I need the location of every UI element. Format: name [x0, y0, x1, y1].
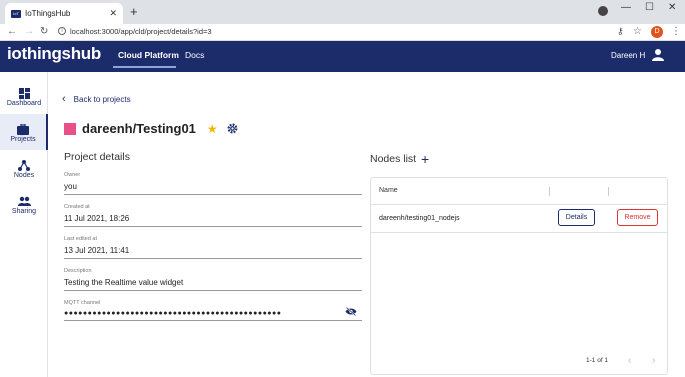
- app-header: iothingshub Cloud Platform Docs Dareen H: [0, 41, 685, 72]
- chevron-left-icon: ‹: [62, 93, 66, 105]
- project-color-swatch: [64, 122, 76, 135]
- favicon-icon: IoT: [11, 9, 21, 18]
- created-at-field: Created at 11 Jul 2021, 18:26: [64, 204, 362, 227]
- browser-tab-bar: IoT IoThingsHub ✕ + — ☐ ✕: [0, 0, 685, 24]
- sidebar-item-label: Dashboard: [6, 100, 42, 107]
- owner-field: Owner you: [64, 172, 362, 195]
- site-info-icon[interactable]: i: [58, 27, 66, 35]
- nodes-icon: [0, 158, 48, 172]
- people-icon: [0, 194, 48, 208]
- sidebar-item-label: Projects: [10, 136, 36, 143]
- field-label: MQTT channel: [64, 300, 101, 306]
- nav-active-indicator: [113, 66, 176, 68]
- prev-page-icon[interactable]: ‹: [628, 355, 631, 366]
- forward-arrow-icon[interactable]: →: [24, 26, 34, 37]
- add-node-button[interactable]: +: [421, 151, 429, 167]
- reload-icon[interactable]: ↻: [40, 26, 48, 37]
- sidebar-item-label: Nodes: [13, 172, 35, 179]
- back-arrow-icon[interactable]: ←: [7, 26, 17, 37]
- mqtt-channel-masked-value: ●●●●●●●●●●●●●●●●●●●●●●●●●●●●●●●●●●●●●●●●…: [64, 310, 282, 317]
- app-logo[interactable]: iothingshub: [7, 44, 101, 64]
- sidebar-item-label: Sharing: [11, 208, 37, 215]
- field-label: Last edited at: [64, 236, 98, 242]
- field-value: 11 Jul 2021, 18:26: [64, 214, 130, 223]
- field-label: Description: [64, 268, 92, 274]
- downloads-icon[interactable]: [598, 6, 608, 16]
- nodes-list-title: Nodes list: [370, 153, 417, 165]
- last-edited-field: Last edited at 13 Jul 2021, 11:41: [64, 236, 362, 259]
- briefcase-icon: [0, 122, 46, 136]
- description-field[interactable]: Description Testing the Realtime value w…: [64, 268, 362, 291]
- maximize-icon[interactable]: ☐: [645, 2, 654, 13]
- field-value: Testing the Realtime value widget: [64, 278, 184, 287]
- next-page-icon[interactable]: ›: [652, 355, 655, 366]
- project-title-row: dareenh/Testing01 ★: [64, 121, 238, 136]
- sidebar-item-sharing[interactable]: Sharing: [0, 186, 48, 222]
- user-icon[interactable]: [652, 48, 664, 62]
- nodes-table-header: Name: [371, 178, 667, 205]
- column-header-name[interactable]: Name: [379, 187, 398, 194]
- key-icon[interactable]: ⚷: [617, 26, 624, 37]
- remove-button[interactable]: Remove: [617, 209, 658, 226]
- column-separator: [549, 187, 550, 196]
- field-label: Owner: [64, 172, 81, 178]
- back-to-projects-link[interactable]: ‹ Back to projects: [62, 93, 131, 105]
- sidebar-item-nodes[interactable]: Nodes: [0, 150, 48, 186]
- close-window-icon[interactable]: ✕: [668, 2, 676, 13]
- field-value: 13 Jul 2021, 11:41: [64, 246, 130, 255]
- url-field[interactable]: localhost:3000/app/cld/project/details?i…: [70, 27, 212, 36]
- favorite-star-icon[interactable]: ★: [207, 122, 218, 136]
- sidebar-item-dashboard[interactable]: Dashboard: [0, 78, 48, 114]
- profile-avatar[interactable]: D: [651, 26, 663, 38]
- gear-icon[interactable]: [227, 123, 238, 134]
- field-label: Created at: [64, 204, 90, 210]
- back-label: Back to projects: [73, 94, 131, 104]
- address-bar: ← → ↻ i localhost:3000/app/cld/project/d…: [0, 24, 685, 41]
- project-details-title: Project details: [64, 151, 130, 163]
- nav-cloud-platform[interactable]: Cloud Platform: [118, 50, 179, 60]
- page-title: dareenh/Testing01: [82, 121, 196, 136]
- nodes-table: Name dareenh/testing01_nodejs Details Re…: [370, 177, 668, 375]
- menu-kebab-icon[interactable]: ⋮: [671, 26, 681, 37]
- bookmark-star-icon[interactable]: ☆: [633, 26, 642, 37]
- mqtt-channel-field[interactable]: MQTT channel ●●●●●●●●●●●●●●●●●●●●●●●●●●●…: [64, 300, 362, 321]
- browser-tab[interactable]: IoT IoThingsHub ✕: [5, 3, 123, 24]
- sidebar-item-projects[interactable]: Projects: [0, 114, 48, 150]
- table-row: dareenh/testing01_nodejs Details Remove: [371, 206, 667, 233]
- dashboard-icon: [0, 86, 48, 100]
- user-name[interactable]: Dareen H: [611, 51, 645, 60]
- tab-title: IoThingsHub: [25, 9, 71, 18]
- new-tab-icon[interactable]: +: [130, 4, 138, 19]
- sidebar: Dashboard Projects Nodes Sharing: [0, 72, 48, 377]
- tab-close-icon[interactable]: ✕: [109, 8, 117, 19]
- nav-docs[interactable]: Docs: [185, 50, 204, 60]
- pagination-range: 1-1 of 1: [586, 357, 609, 364]
- node-name: dareenh/testing01_nodejs: [379, 215, 460, 222]
- details-button[interactable]: Details: [558, 209, 595, 226]
- minimize-icon[interactable]: —: [621, 2, 631, 13]
- eye-off-icon[interactable]: [345, 307, 357, 316]
- field-value: you: [64, 182, 77, 191]
- column-separator: [608, 187, 609, 196]
